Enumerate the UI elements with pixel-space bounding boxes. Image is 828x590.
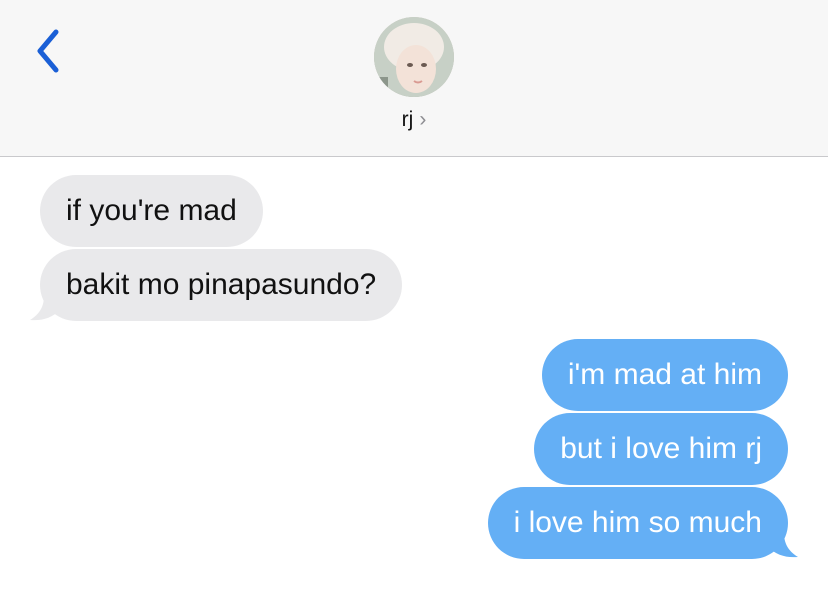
contact-name: rj <box>401 108 414 131</box>
message-text: bakit mo pinapasundo? <box>66 268 377 301</box>
back-button[interactable] <box>28 26 68 76</box>
message-text: i love him so much <box>513 506 762 539</box>
message-text: i'm mad at him <box>567 358 762 391</box>
contact-avatar[interactable] <box>374 17 454 97</box>
sent-message[interactable]: i'm mad at him <box>541 339 788 411</box>
message-text: but i love him rj <box>560 432 762 465</box>
conversation-header: rj › <box>0 0 828 157</box>
sent-message[interactable]: i love him so much <box>487 487 788 559</box>
received-message[interactable]: bakit mo pinapasundo? <box>40 249 403 321</box>
avatar-photo <box>374 17 454 97</box>
message-text: if you're mad <box>66 194 237 227</box>
chevron-right-icon: › <box>419 108 427 131</box>
chevron-left-icon <box>37 29 59 73</box>
sent-message[interactable]: but i love him rj <box>534 413 788 485</box>
contact-name-link[interactable]: rj › <box>0 108 828 132</box>
received-message[interactable]: if you're mad <box>40 175 263 247</box>
